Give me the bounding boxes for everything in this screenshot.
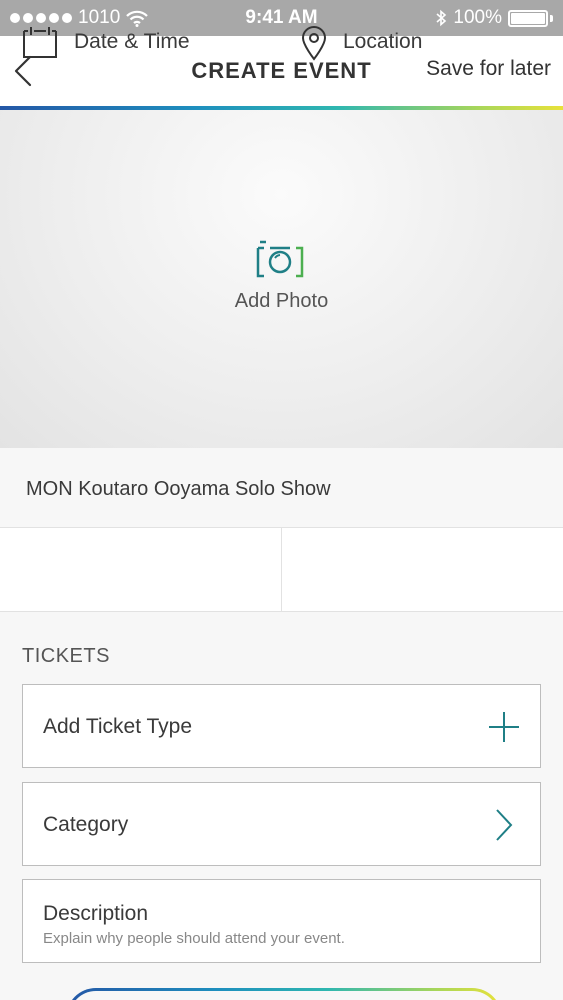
- date-time-label: Date & Time: [74, 30, 190, 53]
- location-pin-icon: [301, 26, 327, 61]
- plus-icon: [489, 712, 519, 742]
- calendar-icon: [23, 27, 57, 58]
- battery-status: 100%: [435, 7, 553, 29]
- add-ticket-type-label: Add Ticket Type: [43, 715, 193, 738]
- location-button[interactable]: [282, 528, 563, 612]
- description-placeholder: Explain why people should attend your ev…: [43, 930, 345, 947]
- camera-icon[interactable]: [252, 238, 308, 280]
- save-for-later-button[interactable]: Save for later: [426, 57, 551, 81]
- event-name-field[interactable]: MON Koutaro Ooyama Solo Show: [0, 448, 563, 528]
- location-label: Location: [343, 30, 423, 53]
- bluetooth-icon: [436, 9, 447, 27]
- category-selector[interactable]: Category: [22, 782, 541, 866]
- tickets-heading: TICKETS: [22, 645, 110, 667]
- add-ticket-type-button[interactable]: Add Ticket Type: [22, 684, 541, 768]
- battery-percent: 100%: [453, 7, 502, 28]
- add-photo-label: Add Photo: [234, 290, 329, 312]
- date-time-button[interactable]: [0, 528, 282, 612]
- battery-icon: [508, 9, 548, 27]
- event-name-value: MON Koutaro Ooyama Solo Show: [26, 478, 331, 500]
- chevron-right-icon: [496, 809, 513, 841]
- bottom-action-button[interactable]: [66, 988, 502, 1000]
- description-label: Description: [43, 902, 149, 925]
- category-label: Category: [43, 813, 129, 836]
- description-field[interactable]: Description Explain why people should at…: [22, 879, 541, 963]
- date-location-row: [0, 528, 563, 612]
